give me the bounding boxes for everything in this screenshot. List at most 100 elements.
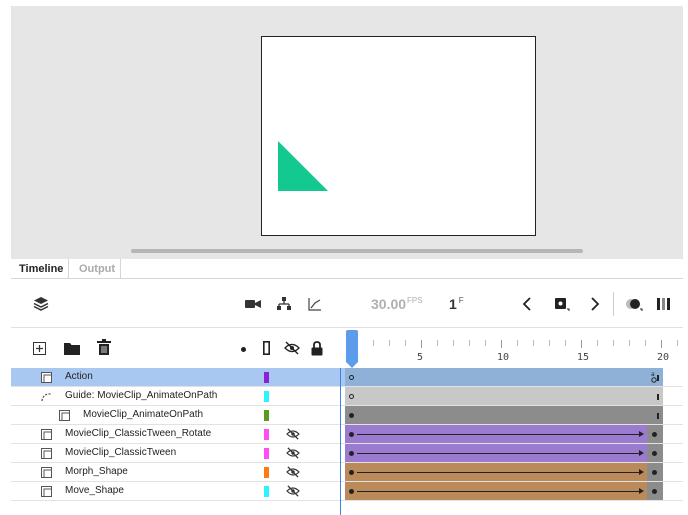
layer-hidden-icon[interactable] xyxy=(286,466,300,481)
layer-frame-span[interactable] xyxy=(345,387,663,405)
layer-row[interactable]: MovieClip_AnimateOnPath xyxy=(11,406,683,425)
fps-display[interactable]: 30.00FPS xyxy=(371,296,423,312)
visibility-icon[interactable] xyxy=(283,340,301,356)
onion-skin-icon[interactable] xyxy=(623,294,645,314)
tab-output[interactable]: Output xyxy=(74,259,122,279)
layer-row[interactable]: Move_Shape xyxy=(11,482,683,501)
keyframe-end[interactable] xyxy=(652,489,657,494)
action-frame-marker[interactable]: a xyxy=(649,370,659,384)
layer-name[interactable]: Action xyxy=(65,371,93,382)
ease-graph-icon[interactable] xyxy=(305,294,325,314)
layer-parenting-icon[interactable] xyxy=(274,294,294,314)
ruler-tick xyxy=(421,340,422,348)
empty-frames[interactable] xyxy=(663,406,683,424)
layer-row[interactable]: Guide: MovieClip_AnimateOnPath xyxy=(11,387,683,406)
playhead-line xyxy=(340,368,341,515)
keyframe-start[interactable] xyxy=(349,489,354,494)
ruler-tick xyxy=(501,340,502,348)
stage-area[interactable] xyxy=(11,6,683,259)
layer-outline-color[interactable] xyxy=(264,467,269,478)
triangle-shape[interactable] xyxy=(278,141,330,193)
layer-name[interactable]: MovieClip_ClassicTween xyxy=(65,447,176,458)
layer-outline-color[interactable] xyxy=(264,410,269,421)
delete-layer-icon[interactable] xyxy=(95,338,113,356)
layer-icon xyxy=(41,448,52,459)
layer-icon xyxy=(41,372,52,383)
layer-outline-color[interactable] xyxy=(264,391,269,402)
ruler-label: 20 xyxy=(657,352,670,363)
keyframe-end-cell[interactable] xyxy=(647,444,663,462)
ruler-tick xyxy=(581,340,582,348)
layer-frame-span[interactable] xyxy=(345,425,663,443)
layer-name[interactable]: Morph_Shape xyxy=(65,466,128,477)
keyframe-start[interactable] xyxy=(349,470,354,475)
frame-ruler[interactable]: 5 10 15 20 xyxy=(345,328,683,368)
current-frame-display[interactable]: 1F xyxy=(449,296,464,312)
tab-timeline[interactable]: Timeline xyxy=(14,259,70,279)
layer-row[interactable]: MovieClip_ClassicTween_Rotate xyxy=(11,425,683,444)
camera-icon[interactable] xyxy=(243,294,263,314)
empty-frames[interactable] xyxy=(663,444,683,462)
layer-hidden-icon[interactable] xyxy=(286,428,300,443)
layer-outline-color[interactable] xyxy=(264,429,269,440)
lock-icon[interactable] xyxy=(309,339,325,357)
layer-outline-color[interactable] xyxy=(264,372,269,383)
keyframe-end[interactable] xyxy=(652,470,657,475)
next-keyframe-icon[interactable] xyxy=(585,294,605,314)
new-layer-icon[interactable] xyxy=(31,340,47,356)
layer-outline-color[interactable] xyxy=(264,448,269,459)
layer-hidden-icon[interactable] xyxy=(286,447,300,462)
ruler-tick xyxy=(565,340,566,346)
layer-name[interactable]: MovieClip_AnimateOnPath xyxy=(83,409,203,420)
layer-row[interactable]: Morph_Shape xyxy=(11,463,683,482)
tween-arrow-head xyxy=(639,469,644,475)
layer-frame-span[interactable]: a xyxy=(345,368,663,386)
previous-keyframe-icon[interactable] xyxy=(517,294,537,314)
frame-value: 1 xyxy=(449,296,457,312)
ruler-label: 15 xyxy=(577,352,590,363)
empty-frames[interactable] xyxy=(663,425,683,443)
layer-outline-color[interactable] xyxy=(264,486,269,497)
keyframe-end[interactable] xyxy=(652,451,657,456)
layers-icon[interactable] xyxy=(31,294,51,314)
insert-keyframe-icon[interactable] xyxy=(551,294,573,314)
empty-frames[interactable] xyxy=(663,368,683,386)
keyframe-start[interactable] xyxy=(349,432,354,437)
ruler-tick xyxy=(645,340,646,346)
keyframe-end-cell[interactable] xyxy=(647,425,663,443)
keyframe-start[interactable] xyxy=(349,451,354,456)
layer-row[interactable]: MovieClip_ClassicTween xyxy=(11,444,683,463)
end-frame-marker xyxy=(657,413,659,419)
show-outline-icon[interactable] xyxy=(261,340,271,356)
keyframe-start[interactable] xyxy=(349,413,354,418)
layer-name[interactable]: Move_Shape xyxy=(65,485,124,496)
layer-row[interactable]: Action a xyxy=(11,368,683,387)
new-folder-icon[interactable] xyxy=(63,340,81,356)
keyframe-start[interactable] xyxy=(349,375,354,380)
keyframe-start[interactable] xyxy=(349,394,354,399)
layer-name[interactable]: Guide: MovieClip_AnimateOnPath xyxy=(65,390,217,401)
svg-text:a: a xyxy=(651,371,655,378)
layer-frame-span[interactable] xyxy=(345,482,663,500)
highlight-layer-icon[interactable] xyxy=(239,345,247,353)
layer-frame-span[interactable] xyxy=(345,444,663,462)
edit-multiple-frames-icon[interactable] xyxy=(655,294,675,314)
layer-hidden-icon[interactable] xyxy=(286,485,300,500)
layer-frame-span[interactable] xyxy=(345,406,663,424)
keyframe-end-cell[interactable] xyxy=(647,482,663,500)
keyframe-end-cell[interactable] xyxy=(647,463,663,481)
playhead-handle[interactable] xyxy=(346,330,358,368)
empty-frames[interactable] xyxy=(663,482,683,500)
layer-frame-span[interactable] xyxy=(345,463,663,481)
stage-canvas[interactable] xyxy=(261,36,536,236)
empty-frames[interactable] xyxy=(663,463,683,481)
tween-arrow-head xyxy=(639,488,644,494)
keyframe-end[interactable] xyxy=(652,432,657,437)
layer-name[interactable]: MovieClip_ClassicTween_Rotate xyxy=(65,428,211,439)
horizontal-scrollbar[interactable] xyxy=(131,249,583,253)
ruler-tick xyxy=(453,340,454,346)
empty-frames[interactable] xyxy=(663,387,683,405)
tween-arrow-line xyxy=(357,453,640,454)
panel-tabs: Timeline Output xyxy=(11,259,683,279)
ruler-tick xyxy=(469,340,470,346)
